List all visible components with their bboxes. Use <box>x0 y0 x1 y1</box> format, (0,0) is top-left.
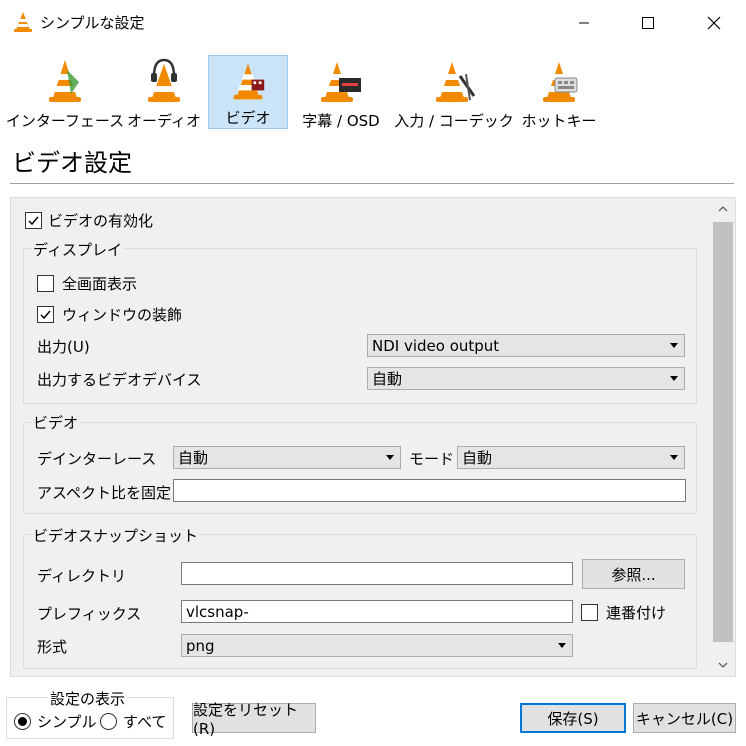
all-label: すべて <box>123 713 167 731</box>
fullscreen-checkbox[interactable]: 全画面表示 <box>37 273 137 294</box>
simple-radio[interactable]: シンプル <box>14 711 97 732</box>
simple-label: シンプル <box>37 713 97 731</box>
mode-label: モード <box>409 450 455 468</box>
cancel-button[interactable]: キャンセル(C) <box>633 703 736 733</box>
page-title: ビデオ設定 <box>12 149 132 177</box>
checkbox-box[interactable] <box>581 604 598 621</box>
maximize-icon <box>642 17 654 29</box>
browse-button[interactable]: 参照... <box>582 559 685 589</box>
video-group-title: ビデオ <box>31 412 81 433</box>
category-hotkeys[interactable]: ホットキー <box>521 54 597 134</box>
reset-preferences-button[interactable]: 設定をリセット(R) <box>192 701 316 738</box>
vlc-cone-interface-icon <box>49 60 81 102</box>
category-label: インターフェース <box>5 112 125 130</box>
category-label: 字幕 / OSD <box>302 112 380 130</box>
scrollbar-thumb[interactable] <box>713 222 733 642</box>
close-icon <box>707 16 721 30</box>
window-decorations-checkbox[interactable]: ウィンドウの装飾 <box>37 304 182 325</box>
minimize-icon <box>579 22 589 24</box>
chevron-down-icon <box>670 343 678 348</box>
deinterlace-mode-select[interactable]: 自動 <box>457 446 685 469</box>
checkbox-box[interactable] <box>37 306 54 323</box>
vlc-cone-input-codec-icon <box>436 62 476 102</box>
chevron-up-icon <box>718 206 728 212</box>
category-toolbar: インターフェース オーディオ ビデオ 字幕 / OSD 入力 / コーデック ホ… <box>0 46 746 134</box>
sequential-numbering-label: 連番付け <box>606 604 667 622</box>
radio-circle[interactable] <box>14 713 31 730</box>
category-audio[interactable]: オーディオ <box>127 54 201 134</box>
category-video[interactable]: ビデオ <box>208 55 288 129</box>
fullscreen-label: 全画面表示 <box>62 275 138 293</box>
window-title: シンプルな設定 <box>40 14 145 32</box>
video-device-value: 自動 <box>372 370 403 388</box>
checkbox-box[interactable] <box>25 212 42 229</box>
maximize-button[interactable] <box>616 0 680 46</box>
chevron-down-icon <box>670 376 678 381</box>
title-divider <box>10 183 734 184</box>
title-bar: シンプルな設定 <box>0 0 746 46</box>
settings-panel: ビデオの有効化 ディスプレイ 全画面表示 ウィンドウの装飾 出力(U) NDI … <box>10 197 736 677</box>
category-subtitles-osd[interactable]: 字幕 / OSD <box>296 54 386 134</box>
prefix-input[interactable]: vlcsnap- <box>181 600 573 623</box>
scroll-down-button[interactable] <box>711 654 735 676</box>
category-input-codec[interactable]: 入力 / コーデック <box>394 54 514 134</box>
checkmark-icon <box>28 216 39 226</box>
sequential-numbering-checkbox[interactable]: 連番付け <box>581 602 666 623</box>
chevron-down-icon <box>718 662 728 668</box>
category-label: オーディオ <box>127 112 201 130</box>
vertical-scrollbar[interactable] <box>711 198 735 676</box>
vlc-cone-hotkeys-icon <box>543 62 578 102</box>
checkmark-icon <box>40 310 51 320</box>
category-label: ホットキー <box>521 112 597 130</box>
deinterlace-mode-value: 自動 <box>462 449 493 467</box>
radio-circle[interactable] <box>100 713 117 730</box>
show-settings-title: 設定の表示 <box>48 688 128 709</box>
prefix-label: プレフィックス <box>37 605 142 623</box>
directory-label: ディレクトリ <box>37 567 126 585</box>
category-interface[interactable]: インターフェース <box>6 54 124 134</box>
deinterlace-label: デインターレース <box>37 450 157 468</box>
save-button[interactable]: 保存(S) <box>520 703 626 733</box>
format-value: png <box>186 636 215 655</box>
all-radio[interactable]: すべて <box>100 711 166 732</box>
deinterlace-select[interactable]: 自動 <box>173 446 401 469</box>
chevron-down-icon <box>386 455 394 460</box>
chevron-down-icon <box>558 643 566 648</box>
category-label: 入力 / コーデック <box>394 112 514 130</box>
snapshot-group-title: ビデオスナップショット <box>31 525 201 546</box>
category-label: ビデオ <box>225 109 271 127</box>
video-device-select[interactable]: 自動 <box>367 367 685 390</box>
window-decorations-label: ウィンドウの装飾 <box>62 306 183 324</box>
enable-video-checkbox[interactable]: ビデオの有効化 <box>25 210 153 231</box>
radio-dot <box>18 717 27 726</box>
format-select[interactable]: png <box>181 634 573 657</box>
vlc-cone-subtitles-icon <box>321 62 361 102</box>
checkbox-box[interactable] <box>37 275 54 292</box>
scroll-up-button[interactable] <box>711 198 735 220</box>
vlc-cone-icon <box>14 12 32 32</box>
output-value: NDI video output <box>372 336 500 355</box>
directory-input[interactable] <box>181 562 573 585</box>
format-label: 形式 <box>37 638 68 656</box>
vlc-cone-audio-icon <box>148 58 180 102</box>
close-button[interactable] <box>682 0 746 46</box>
video-device-label: 出力するビデオデバイス <box>37 371 202 389</box>
aspect-ratio-label: アスペクト比を固定 <box>37 484 171 502</box>
minimize-button[interactable] <box>552 0 616 46</box>
enable-video-label: ビデオの有効化 <box>48 212 154 230</box>
output-label: 出力(U) <box>37 338 90 356</box>
aspect-ratio-input[interactable] <box>173 479 686 502</box>
chevron-down-icon <box>670 455 678 460</box>
deinterlace-value: 自動 <box>178 449 209 467</box>
vlc-cone-video-icon <box>233 63 265 100</box>
display-group-title: ディスプレイ <box>31 239 124 260</box>
prefix-value: vlcsnap- <box>186 602 249 621</box>
output-select[interactable]: NDI video output <box>367 334 685 357</box>
